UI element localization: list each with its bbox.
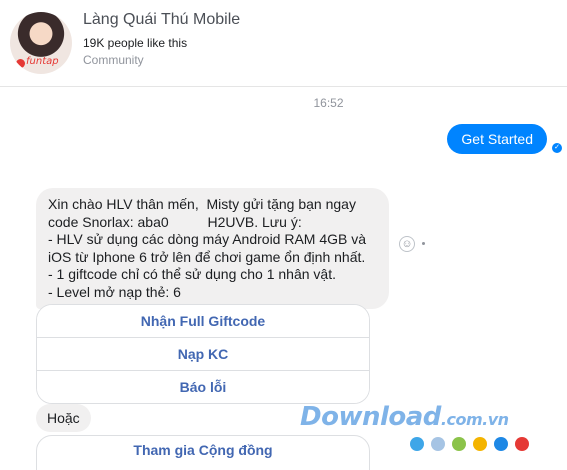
incoming-message-or: Hoặc (36, 404, 91, 432)
quick-reply-button-report[interactable]: Báo lỗi (37, 370, 369, 403)
page-likes: 19K people like this (83, 36, 188, 50)
outgoing-message: Get Started (447, 124, 547, 154)
watermark-dot (473, 437, 487, 451)
react-emoji-icon[interactable]: ☺ (399, 236, 415, 252)
watermark-dots (410, 437, 536, 451)
brand-logo-icon (16, 59, 25, 68)
quick-reply-button-community[interactable]: Tham gia Cộng đồng (37, 436, 369, 464)
watermark-dot (431, 437, 445, 451)
watermark-dot (515, 437, 529, 451)
watermark-dot (410, 437, 424, 451)
message-timestamp: 16:52 (313, 96, 344, 110)
quick-reply-button-topup[interactable]: Nạp KC (37, 337, 369, 370)
quick-reply-card: Nhận Full Giftcode Nạp KC Báo lỗi (36, 304, 370, 404)
page-avatar[interactable]: funtap (10, 12, 72, 74)
conversation-header: funtap Làng Quái Thú Mobile 19K people l… (0, 0, 567, 87)
watermark-logo: Download.com.vn (300, 402, 509, 432)
messenger-window: funtap Làng Quái Thú Mobile 19K people l… (0, 0, 567, 470)
watermark-tld: .com.vn (440, 410, 509, 429)
quick-reply-button-giftcode[interactable]: Nhận Full Giftcode (37, 305, 369, 337)
more-options-icon[interactable] (422, 242, 425, 245)
incoming-message: Xin chào HLV thân mến, Misty gửi tặng bạ… (36, 188, 389, 309)
watermark-dot (494, 437, 508, 451)
watermark-brand: Download (300, 402, 441, 432)
quick-reply-card-2: Tham gia Cộng đồng (36, 435, 370, 470)
check-icon: ✓ (552, 143, 562, 153)
page-category: Community (83, 53, 144, 67)
page-name[interactable]: Làng Quái Thú Mobile (83, 11, 240, 29)
watermark-dot (452, 437, 466, 451)
avatar-logo-text: funtap (26, 56, 59, 67)
